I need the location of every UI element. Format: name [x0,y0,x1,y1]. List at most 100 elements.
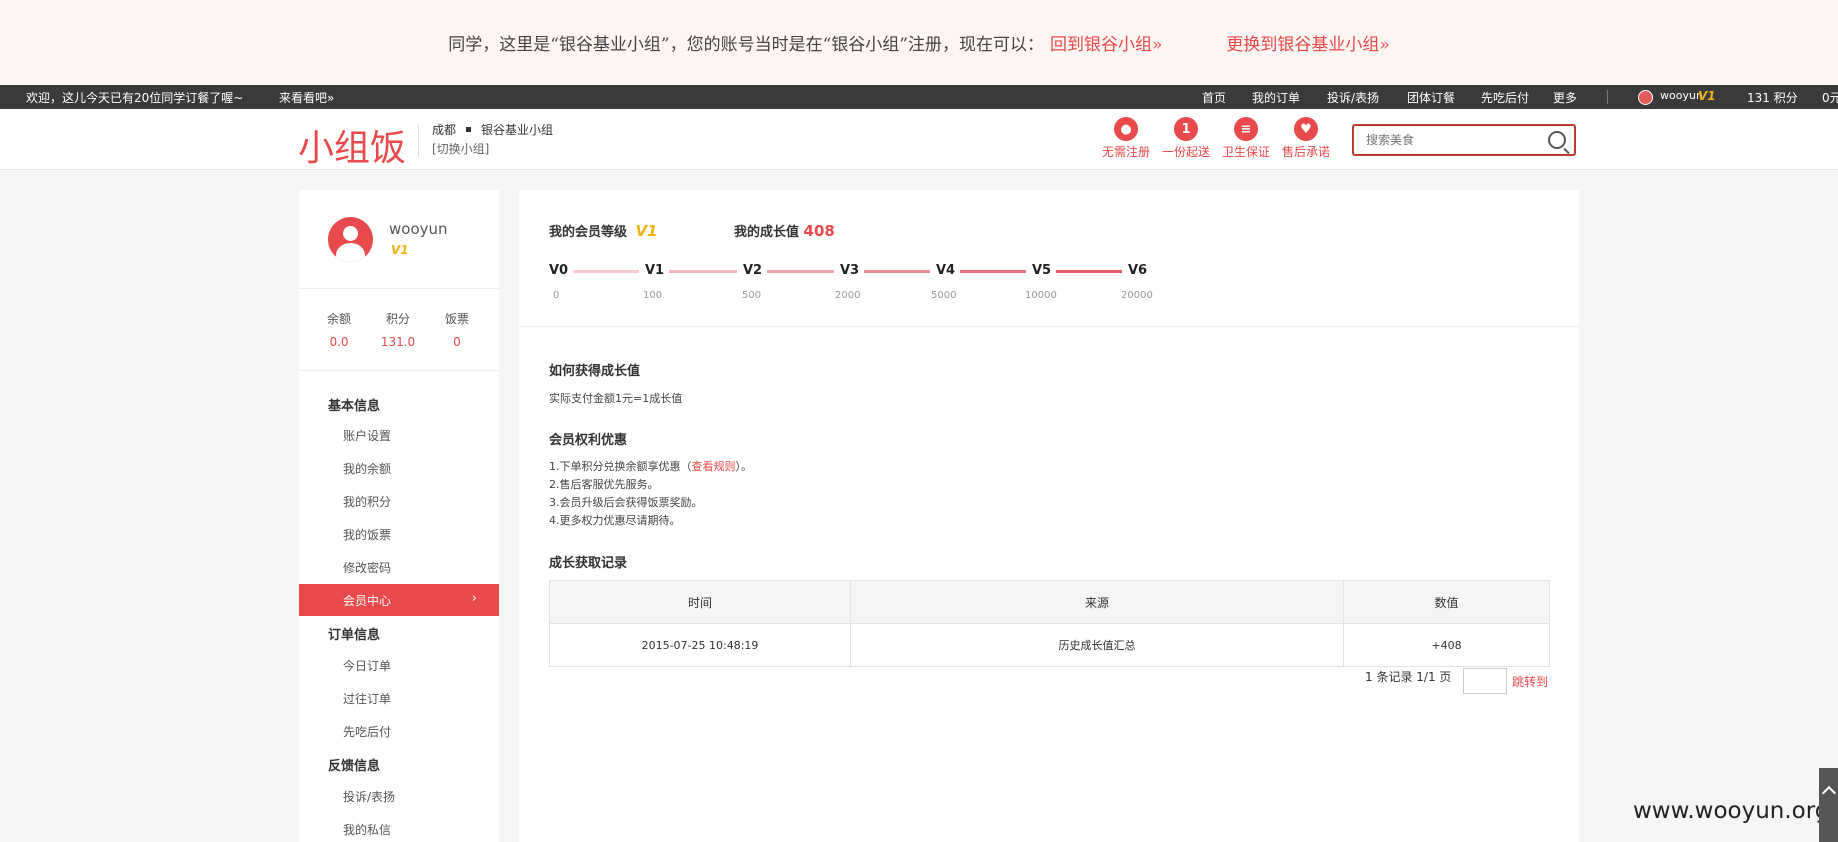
search-input[interactable] [1364,132,1538,148]
records-title: 成长获取记录 [549,556,628,571]
feature-after-sale: ♥ 售后承诺 [1276,117,1336,160]
avatar[interactable] [328,217,373,262]
switch-group-link[interactable]: 更换到银谷基业小组» [1226,30,1389,55]
city-name: 成都 [432,123,457,137]
stat-value: 0 [453,335,461,349]
location: 成都 银谷基业小组 [432,121,553,138]
level-v4: V4 [936,263,956,278]
stat-balance[interactable]: 余额 0.0 [309,310,369,349]
divider [1607,90,1608,104]
balance-text[interactable]: 0元 [1822,89,1838,106]
feature-label: 售后承诺 [1281,145,1330,159]
menu-item-complaints[interactable]: 投诉/表扬 [343,788,395,805]
benefit-line-3: 3.会员升级后会获得饭票奖励。 [549,496,703,509]
menu-section-basic: 基本信息 [328,399,381,414]
stat-points[interactable]: 积分 131.0 [368,310,428,349]
site-header: 小组饭 成都 银谷基业小组 [切换小组] ● 无需注册 1 一份起送 ≡ 卫生保证… [0,109,1838,170]
level-bar-5 [960,270,1026,273]
record-value: +408 [1343,623,1550,667]
menu-item-eat-first-pay-later[interactable]: 先吃后付 [343,723,391,740]
nav-group-order[interactable]: 团体订餐 [1407,89,1455,106]
vip-badge: V1 [635,222,658,240]
nav-eat-first[interactable]: 先吃后付 [1481,89,1529,106]
nav-my-orders[interactable]: 我的订单 [1252,89,1300,106]
menu-item-change-password[interactable]: 修改密码 [343,559,391,576]
group-name: 银谷基业小组 [481,123,554,137]
menu-item-my-tickets[interactable]: 我的饭票 [343,526,391,543]
level-bar-2 [669,270,737,273]
menu-section-feedback: 反馈信息 [328,759,381,774]
heart-icon: ♥ [1294,117,1318,141]
level-bar-4 [864,270,930,273]
menu-item-past-orders[interactable]: 过往订单 [343,690,391,707]
notice-banner: 同学，这里是“银谷基业小组”，您的账号当时是在“银谷小组”注册，现在可以： 回到… [0,0,1838,85]
stat-label: 积分 [385,312,410,326]
menu-item-messages[interactable]: 我的私信 [343,821,391,838]
level-v3: V3 [840,263,860,278]
menu-section-orders: 订单信息 [328,628,381,643]
stat-label: 余额 [326,312,351,326]
threshold-v3: 2000 [835,290,861,301]
divider [519,326,1579,327]
feature-single-delivery: 1 一份起送 [1156,117,1216,160]
menu-item-today-orders[interactable]: 今日订单 [343,657,391,674]
growth-label: 我的成长值 [734,225,800,240]
site-logo[interactable]: 小组饭 [298,119,406,171]
record-source: 历史成长值汇总 [850,623,1344,667]
menu-item-my-balance[interactable]: 我的余额 [343,460,391,477]
level-bar-6 [1056,270,1122,273]
stat-value: 131.0 [380,335,416,349]
sidebar: wooyun V1 余额 0.0 积分 131.0 饭票 0 基本信息 账户设置… [299,190,499,842]
page-jump-button[interactable]: 跳转到 [1512,673,1548,690]
menu-item-member-center[interactable]: 会员中心 › [299,584,499,616]
menu-item-account-settings[interactable]: 账户设置 [343,427,391,444]
nav-more[interactable]: 更多 [1553,89,1577,106]
growth-number: 408 [803,222,835,240]
feature-no-register: ● 无需注册 [1096,117,1156,160]
shield-icon: ≡ [1234,117,1258,141]
topbar-username[interactable]: wooyun [1660,89,1703,102]
user-avatar-icon[interactable] [1638,90,1653,105]
nav-home[interactable]: 首页 [1202,89,1226,106]
stat-label: 饭票 [444,312,469,326]
benefit-line-1: 1.下单积分兑换余额享优惠（查看规则）。 [549,460,752,473]
threshold-v5: 10000 [1025,290,1057,301]
nav-complaints[interactable]: 投诉/表扬 [1327,89,1379,106]
vip-badge: V1 [1698,89,1716,103]
level-bar-1 [573,270,639,273]
growth-value: 我的成长值 408 [734,221,835,240]
search-icon[interactable] [1548,131,1566,149]
dot-icon [466,127,472,132]
member-center-panel: 我的会员等级 V1 我的成长值 408 V0 V1 V2 V3 V4 V5 V6… [519,190,1579,842]
threshold-v4: 5000 [931,290,957,301]
level-v6: V6 [1128,263,1148,278]
view-rules-link[interactable]: 查看规则 [692,460,736,473]
threshold-v1: 100 [643,290,663,301]
switch-group-link[interactable]: [切换小组] [432,140,489,157]
stat-tickets[interactable]: 饭票 0 [427,310,487,349]
divider [299,288,499,289]
banner-text: 同学，这里是“银谷基业小组”，您的账号当时是在“银谷小组”注册，现在可以： [448,35,1044,55]
welcome-text: 欢迎，这儿今天已有20位同学订餐了喔~ [26,91,244,105]
page-jump-input[interactable] [1463,668,1507,694]
how-to-title: 如何获得成长值 [549,364,641,379]
level-bar-3 [767,270,834,273]
back-to-top-button[interactable] [1819,768,1838,842]
top-bar: 欢迎，这儿今天已有20位同学订餐了喔~ 来看看吧» 首页 我的订单 投诉/表扬 … [0,85,1838,109]
points-text[interactable]: 131 积分 [1747,89,1798,106]
level-v0: V0 [549,263,569,278]
member-level: 我的会员等级 V1 [549,221,658,240]
feature-hygiene: ≡ 卫生保证 [1216,117,1276,160]
pager-info: 1 条记录 1/1 页 [1365,670,1452,684]
menu-item-my-points[interactable]: 我的积分 [343,493,391,510]
look-link[interactable]: 来看看吧» [279,89,334,106]
feature-label: 无需注册 [1101,145,1150,159]
how-to-text: 实际支付金额1元=1成长值 [549,392,683,405]
logo-divider [418,125,419,157]
column-source: 来源 [850,580,1344,624]
menu-item-label: 会员中心 [343,594,392,608]
level-v5: V5 [1032,263,1052,278]
back-to-group-link[interactable]: 回到银谷小组» [1050,30,1162,55]
divider [299,370,499,371]
column-value: 数值 [1343,580,1550,624]
